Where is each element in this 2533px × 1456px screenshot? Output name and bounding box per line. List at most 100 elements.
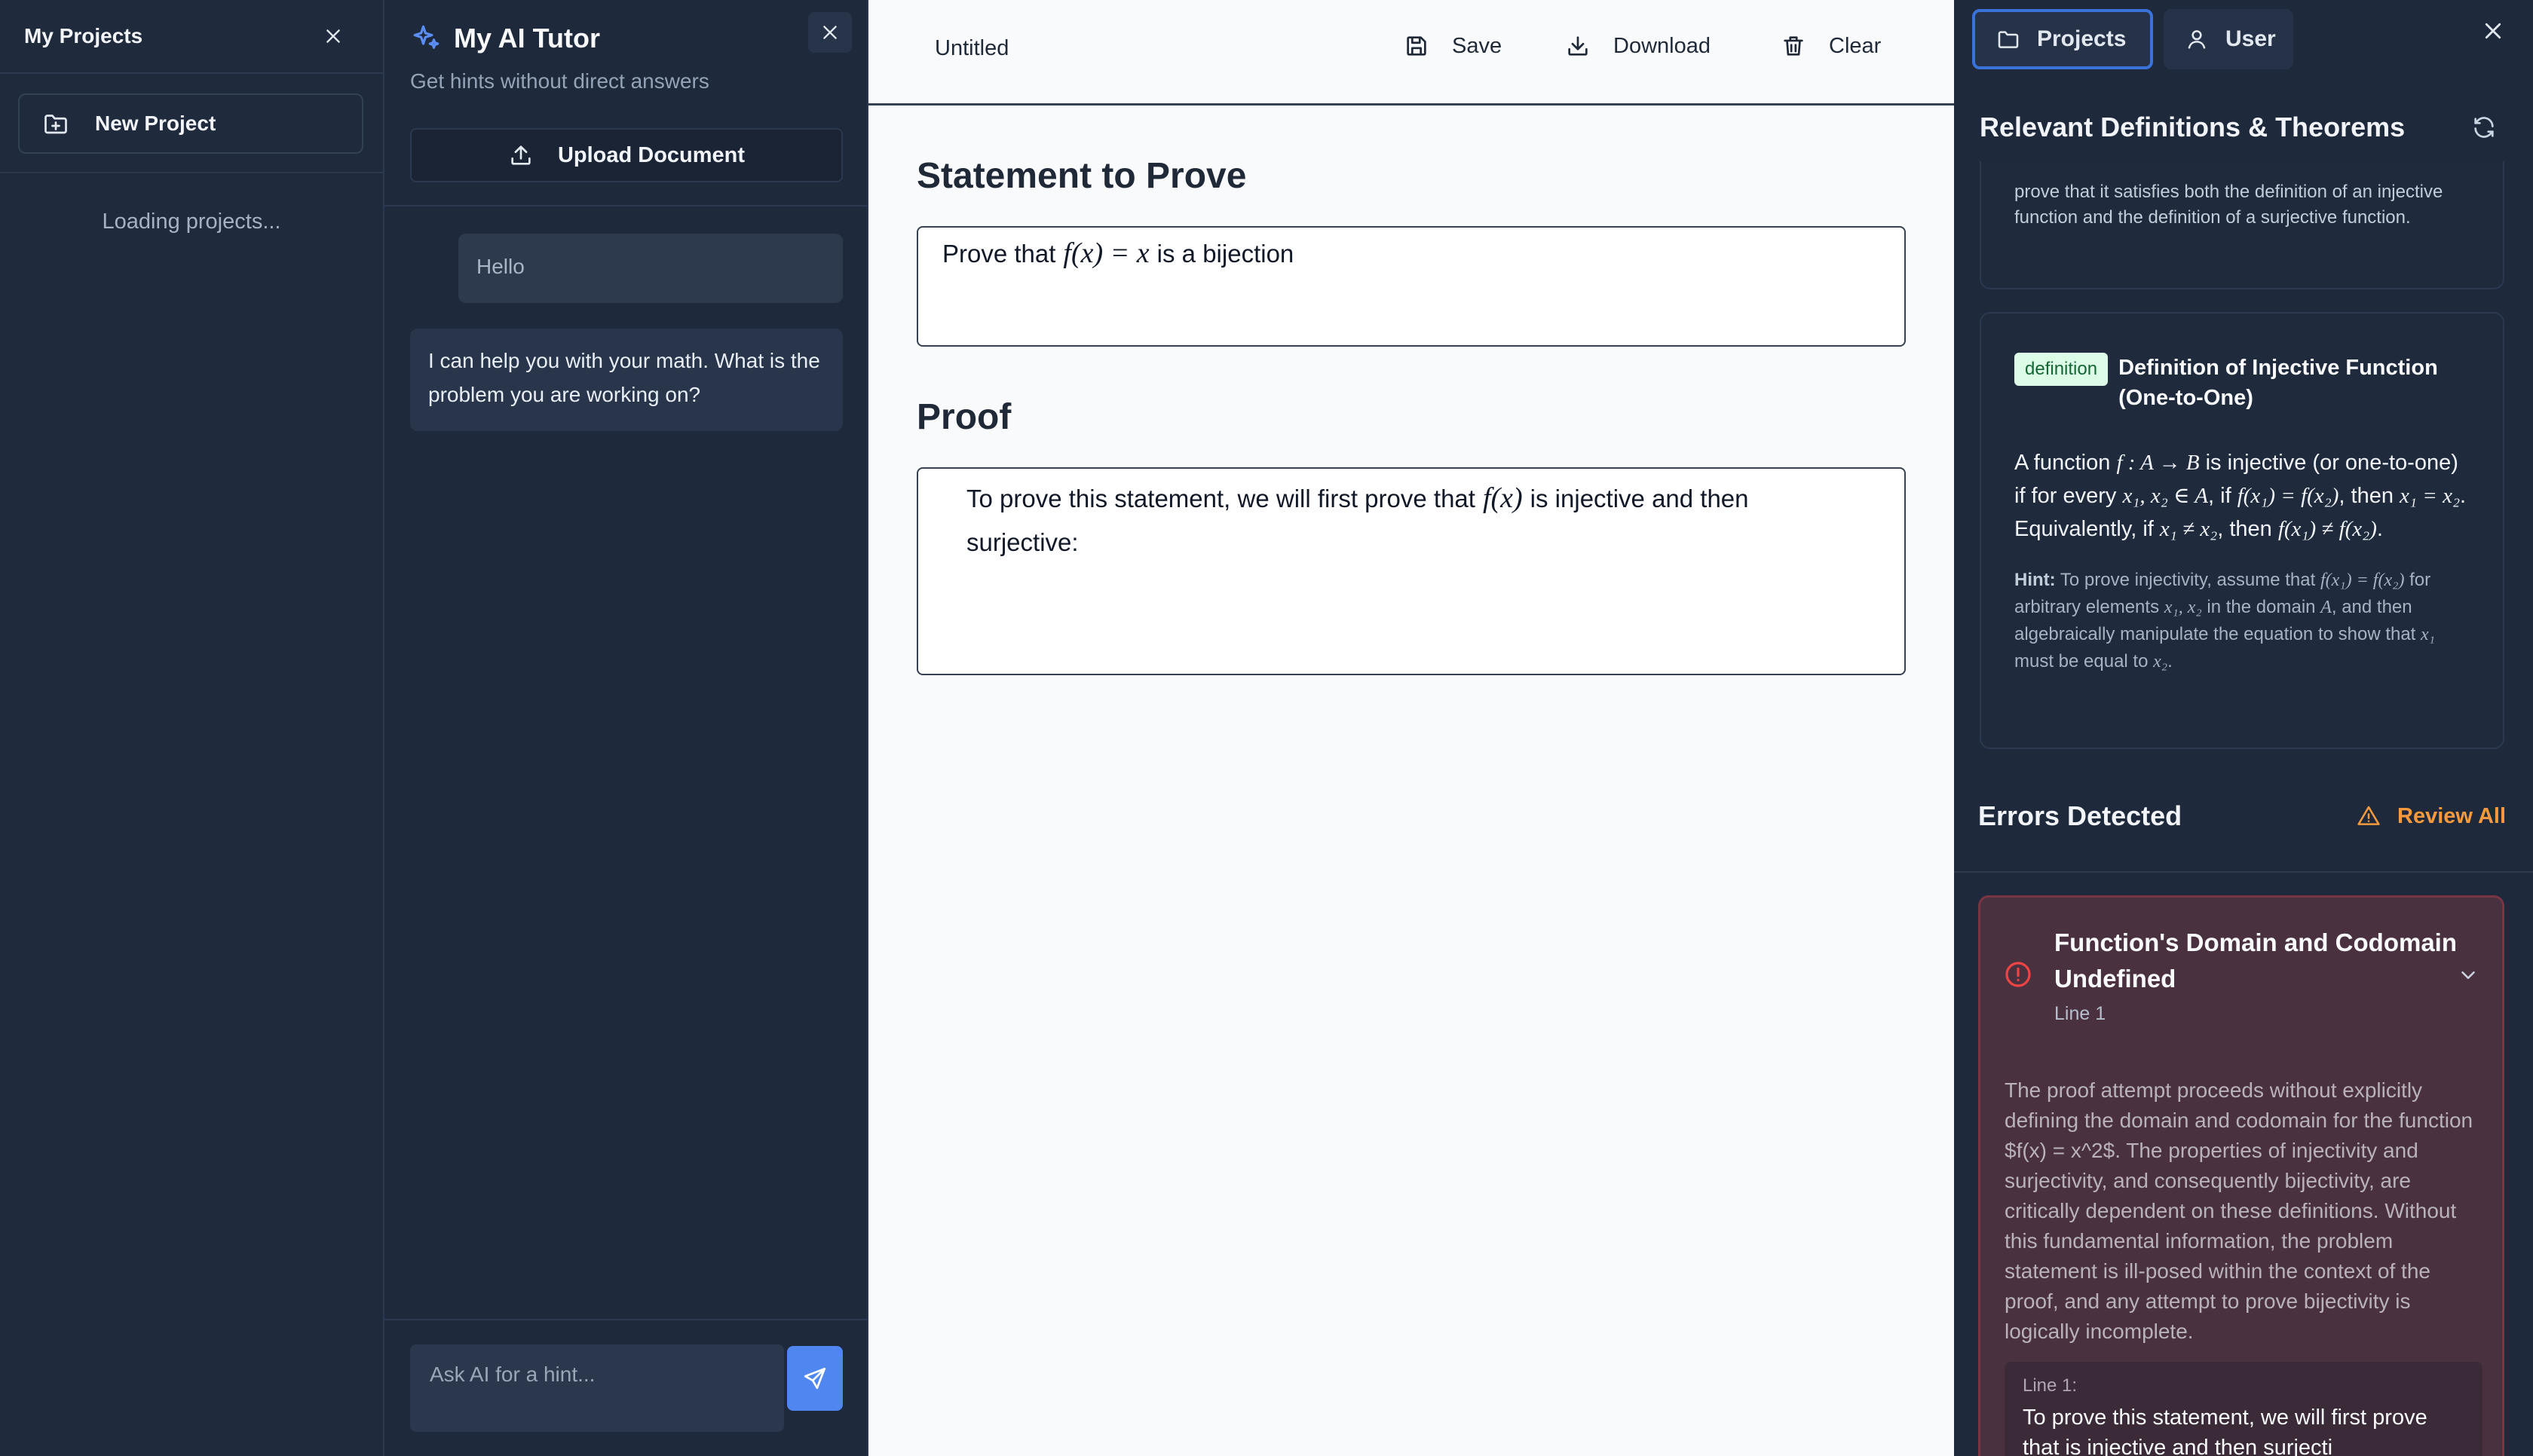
errors-header: Errors Detected Review All bbox=[1978, 800, 2506, 832]
review-all-button[interactable]: Review All bbox=[2357, 804, 2506, 829]
download-label: Download bbox=[1613, 33, 1711, 58]
error-card[interactable]: Function's Domain and Codomain Undefined… bbox=[1978, 895, 2504, 1456]
save-button[interactable]: Save bbox=[1404, 33, 1502, 59]
definition-card: definition Definition of Injective Functi… bbox=[1980, 312, 2504, 749]
proof-suffix: is injective and then bbox=[1530, 485, 1749, 512]
tab-projects-label: Projects bbox=[2037, 26, 2127, 51]
text: must be equal to bbox=[2014, 651, 2154, 671]
text: , then bbox=[2339, 484, 2400, 508]
math: A bbox=[2320, 598, 2332, 617]
refresh-icon[interactable] bbox=[2471, 115, 2497, 140]
statement-input[interactable]: Prove that f(x) = x is a bijection bbox=[917, 226, 1906, 347]
math: f : A → B bbox=[2116, 451, 2200, 475]
alert-circle-icon bbox=[2003, 959, 2033, 990]
upload-document-button[interactable]: Upload Document bbox=[410, 128, 843, 182]
proof-prefix: To prove this statement, we will first p… bbox=[966, 485, 1475, 512]
close-projects-icon[interactable] bbox=[317, 20, 350, 53]
error-description: The proof attempt proceeds without expli… bbox=[2005, 1078, 2473, 1343]
save-label: Save bbox=[1452, 33, 1502, 58]
clear-label: Clear bbox=[1829, 33, 1882, 58]
document-name[interactable]: Untitled bbox=[935, 36, 1009, 61]
review-all-label: Review All bbox=[2397, 803, 2506, 828]
close-panel-icon[interactable] bbox=[2482, 20, 2504, 42]
sparkles-icon bbox=[410, 23, 442, 54]
errors-heading: Errors Detected bbox=[1978, 800, 2182, 831]
text: . bbox=[2376, 517, 2383, 541]
error-snippet: Line 1: To prove this statement, we will… bbox=[2005, 1362, 2482, 1456]
save-icon bbox=[1404, 33, 1429, 59]
chevron-down-icon[interactable] bbox=[2457, 964, 2479, 986]
divider bbox=[1954, 871, 2533, 873]
proof-editor: Untitled Save Download Clear Statement t… bbox=[868, 0, 1954, 1456]
proof-math: f(x) bbox=[1482, 482, 1523, 514]
definition-hint: Hint: To prove injectivity, assume that … bbox=[2014, 567, 2470, 675]
download-button[interactable]: Download bbox=[1565, 33, 1711, 59]
projects-header: My Projects bbox=[0, 0, 383, 74]
close-tutor-button[interactable] bbox=[808, 12, 852, 53]
text: . bbox=[2167, 651, 2173, 671]
statement-heading: Statement to Prove bbox=[917, 156, 1247, 196]
error-line: Line 1 bbox=[2054, 1003, 2106, 1024]
math: f(x₁) ≠ f(x₂) bbox=[2277, 517, 2377, 541]
text: To prove injectivity, assume that bbox=[2055, 570, 2320, 590]
send-icon bbox=[804, 1367, 826, 1390]
proof-heading: Proof bbox=[917, 397, 1012, 437]
definitions-heading: Relevant Definitions & Theorems bbox=[1980, 112, 2406, 142]
trash-icon bbox=[1781, 33, 1806, 59]
folder-plus-icon bbox=[42, 110, 69, 137]
loading-text: Loading projects... bbox=[102, 210, 281, 234]
hint-input[interactable] bbox=[410, 1344, 784, 1432]
tutor-subtitle: Get hints without direct answers bbox=[410, 69, 709, 93]
text: , then bbox=[2217, 517, 2278, 541]
snippet-label: Line 1: bbox=[2023, 1375, 2078, 1396]
divider bbox=[384, 1319, 867, 1320]
download-icon bbox=[1565, 33, 1591, 59]
text: A function bbox=[2014, 451, 2117, 475]
definition-card-text: prove that it satisfies both the definit… bbox=[2014, 182, 2443, 228]
folder-icon bbox=[1996, 27, 2020, 51]
text: in the domain bbox=[2201, 597, 2321, 617]
projects-sidebar: My Projects New Project Loading projects… bbox=[0, 0, 384, 1456]
math: f(x₁) = f(x₂) bbox=[2320, 570, 2405, 590]
text: , if bbox=[2208, 484, 2237, 508]
proof-line-2: surjective: bbox=[966, 528, 1079, 556]
chat-message-assistant: I can help you with your math. What is t… bbox=[410, 329, 843, 431]
upload-label: Upload Document bbox=[557, 142, 746, 167]
divider bbox=[384, 205, 867, 206]
close-icon bbox=[823, 26, 837, 39]
definition-body: A function f : A → B is injective (or on… bbox=[2014, 446, 2470, 546]
projects-title: My Projects bbox=[24, 24, 143, 47]
statement-suffix: is a bijection bbox=[1156, 240, 1294, 268]
send-button[interactable] bbox=[787, 1346, 843, 1411]
math: x₂ bbox=[2153, 652, 2168, 671]
chat-message-user: Hello bbox=[458, 234, 843, 303]
new-project-label: New Project bbox=[95, 112, 216, 135]
math: x₁ = x₂ bbox=[2400, 484, 2461, 508]
tab-user[interactable]: User bbox=[2164, 9, 2293, 69]
math: x₁ ≠ x₂ bbox=[2159, 517, 2218, 541]
math: x₁ bbox=[2421, 625, 2436, 644]
divider bbox=[0, 172, 383, 173]
tutor-panel: My AI Tutor Get hints without direct ans… bbox=[384, 0, 868, 1456]
tutor-title: My AI Tutor bbox=[454, 23, 600, 54]
tab-user-label: User bbox=[2225, 26, 2276, 51]
tutor-header: My AI Tutor bbox=[410, 23, 600, 54]
proof-input[interactable]: To prove this statement, we will first p… bbox=[917, 467, 1906, 675]
definition-title: Definition of Injective Function (One-to… bbox=[2118, 356, 2438, 410]
user-icon bbox=[2185, 27, 2209, 51]
upload-icon bbox=[508, 142, 534, 168]
hint-label: Hint: bbox=[2014, 570, 2056, 590]
definition-badge: definition bbox=[2014, 353, 2109, 386]
warning-icon bbox=[2357, 804, 2381, 828]
tab-projects[interactable]: Projects bbox=[1972, 9, 2153, 69]
editor-toolbar: Untitled Save Download Clear bbox=[868, 0, 1954, 106]
clear-button[interactable]: Clear bbox=[1781, 33, 1881, 59]
statement-prefix: Prove that bbox=[942, 240, 1056, 268]
math: x₁, x₂ ∈ A bbox=[2122, 484, 2209, 508]
math: f(x₁) = f(x₂) bbox=[2237, 484, 2339, 508]
snippet-text: To prove this statement, we will first p… bbox=[2023, 1406, 2427, 1456]
insights-panel: Projects User Relevant Definitions & The… bbox=[1954, 0, 2533, 1456]
statement-math: f(x) = x bbox=[1063, 237, 1150, 269]
new-project-button[interactable]: New Project bbox=[18, 93, 363, 154]
error-title: Function's Domain and Codomain Undefined bbox=[2054, 928, 2458, 993]
